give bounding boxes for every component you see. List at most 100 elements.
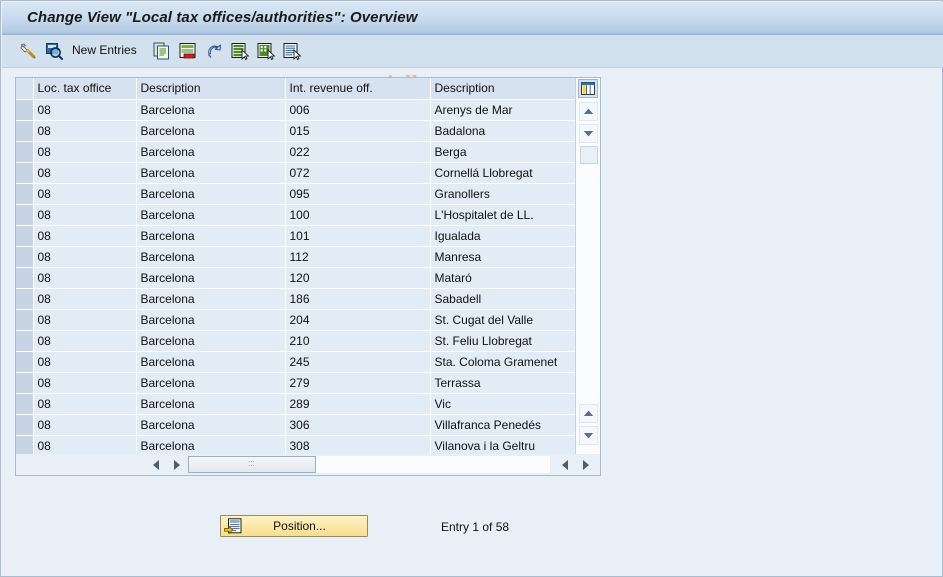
cell-loc-tax-office[interactable]: 08 [33,351,137,373]
vertical-scrollbar-thumb[interactable] [580,146,598,164]
cell-int-revenue-off[interactable]: 022 [285,141,431,163]
position-button[interactable]: Position... [220,515,368,537]
cell-loc-tax-office[interactable]: 08 [33,372,137,394]
cell-description-2[interactable]: St. Cugat del Valle [430,309,576,331]
cell-loc-tax-office[interactable]: 08 [33,330,137,352]
table-row[interactable]: 08 Barcelona 022 Berga [16,141,576,163]
cell-int-revenue-off[interactable]: 100 [285,204,431,226]
row-selector-cell[interactable] [16,330,34,352]
cell-int-revenue-off[interactable]: 072 [285,162,431,184]
cell-int-revenue-off[interactable]: 101 [285,225,431,247]
row-selector-cell[interactable] [16,99,34,121]
cell-loc-tax-office[interactable]: 08 [33,204,137,226]
cell-description-2[interactable]: Cornellá Llobregat [430,162,576,184]
column-header-description-2[interactable]: Description [430,78,576,100]
cell-int-revenue-off[interactable]: 120 [285,267,431,289]
cell-loc-tax-office[interactable]: 08 [33,288,137,310]
table-row[interactable]: 08 Barcelona 120 Mataró [16,267,576,289]
cell-loc-tax-office[interactable]: 08 [33,120,137,142]
column-header-loc-tax-office[interactable]: Loc. tax office [33,78,137,100]
cell-loc-tax-office[interactable]: 08 [33,267,137,289]
table-row[interactable]: 08 Barcelona 308 Vilanova i la Geltru [16,435,576,454]
cell-description-1[interactable]: Barcelona [136,141,286,163]
cell-description-1[interactable]: Barcelona [136,330,286,352]
cell-description-1[interactable]: Barcelona [136,225,286,247]
cell-loc-tax-office[interactable]: 08 [33,309,137,331]
row-selector-cell[interactable] [16,414,34,436]
cell-int-revenue-off[interactable]: 289 [285,393,431,415]
cell-int-revenue-off[interactable]: 210 [285,330,431,352]
row-selector-cell[interactable] [16,225,34,247]
cell-description-2[interactable]: L'Hospitalet de LL. [430,204,576,226]
table-row[interactable]: 08 Barcelona 100 L'Hospitalet de LL. [16,204,576,226]
row-selector-cell[interactable] [16,183,34,205]
scroll-down-button[interactable] [579,124,598,143]
cell-int-revenue-off[interactable]: 204 [285,309,431,331]
table-row[interactable]: 08 Barcelona 101 Igualada [16,225,576,247]
row-selector-cell[interactable] [16,267,34,289]
copy-as-button[interactable] [150,40,174,62]
page-up-button[interactable] [579,404,598,423]
cell-description-1[interactable]: Barcelona [136,351,286,373]
row-selector-cell[interactable] [16,204,34,226]
cell-loc-tax-office[interactable]: 08 [33,162,137,184]
cell-description-1[interactable]: Barcelona [136,309,286,331]
delete-button[interactable] [176,40,200,62]
cell-loc-tax-office[interactable]: 08 [33,393,137,415]
cell-description-2[interactable]: Arenys de Mar [430,99,576,121]
cell-loc-tax-office[interactable]: 08 [33,246,137,268]
cell-description-1[interactable]: Barcelona [136,393,286,415]
table-row[interactable]: 08 Barcelona 112 Manresa [16,246,576,268]
cell-int-revenue-off[interactable]: 306 [285,414,431,436]
cell-description-2[interactable]: Badalona [430,120,576,142]
scroll-right-button[interactable] [168,456,185,473]
cell-int-revenue-off[interactable]: 015 [285,120,431,142]
cell-description-2[interactable]: Vic [430,393,576,415]
undo-button[interactable] [202,40,226,62]
cell-description-2[interactable]: Granollers [430,183,576,205]
column-header-int-revenue-off[interactable]: Int. revenue off. [285,78,431,100]
row-selector-cell[interactable] [16,288,34,310]
cell-description-2[interactable]: St. Feliu Llobregat [430,330,576,352]
page-down-button[interactable] [579,426,598,445]
column-header-description-1[interactable]: Description [136,78,286,100]
cell-description-1[interactable]: Barcelona [136,372,286,394]
row-selector-cell[interactable] [16,372,34,394]
horizontal-scrollbar-track[interactable]: ⋯ ⋯ [188,456,550,473]
cell-description-1[interactable]: Barcelona [136,267,286,289]
table-row[interactable]: 08 Barcelona 072 Cornellá Llobregat [16,162,576,184]
cell-description-1[interactable]: Barcelona [136,288,286,310]
cell-description-2[interactable]: Villafranca Penedés [430,414,576,436]
new-entries-button[interactable]: New Entries [72,43,137,57]
cell-description-2[interactable]: Sta. Coloma Gramenet [430,351,576,373]
cell-int-revenue-off[interactable]: 006 [285,99,431,121]
check-button[interactable] [42,40,66,62]
table-row[interactable]: 08 Barcelona 289 Vic [16,393,576,415]
row-selector-cell[interactable] [16,351,34,373]
cell-int-revenue-off[interactable]: 279 [285,372,431,394]
row-selector-cell[interactable] [16,435,34,454]
cell-description-2[interactable]: Sabadell [430,288,576,310]
table-row[interactable]: 08 Barcelona 306 Villafranca Penedés [16,414,576,436]
cell-loc-tax-office[interactable]: 08 [33,414,137,436]
cell-loc-tax-office[interactable]: 08 [33,435,137,454]
scroll-left-page-button[interactable] [556,456,573,473]
row-selector-cell[interactable] [16,246,34,268]
cell-description-2[interactable]: Manresa [430,246,576,268]
select-all-header-cell[interactable] [16,78,34,100]
horizontal-scrollbar-thumb[interactable]: ⋯ ⋯ [188,456,316,473]
table-row[interactable]: 08 Barcelona 245 Sta. Coloma Gramenet [16,351,576,373]
row-selector-cell[interactable] [16,162,34,184]
select-all-button[interactable] [228,40,252,62]
cell-description-2[interactable]: Mataró [430,267,576,289]
table-row[interactable]: 08 Barcelona 204 St. Cugat del Valle [16,309,576,331]
cell-int-revenue-off[interactable]: 095 [285,183,431,205]
select-block-button[interactable] [280,40,304,62]
cell-loc-tax-office[interactable]: 08 [33,225,137,247]
cell-description-1[interactable]: Barcelona [136,204,286,226]
table-row[interactable]: 08 Barcelona 210 St. Feliu Llobregat [16,330,576,352]
cell-description-1[interactable]: Barcelona [136,183,286,205]
cell-description-2[interactable]: Berga [430,141,576,163]
table-row[interactable]: 08 Barcelona 279 Terrassa [16,372,576,394]
cell-loc-tax-office[interactable]: 08 [33,99,137,121]
